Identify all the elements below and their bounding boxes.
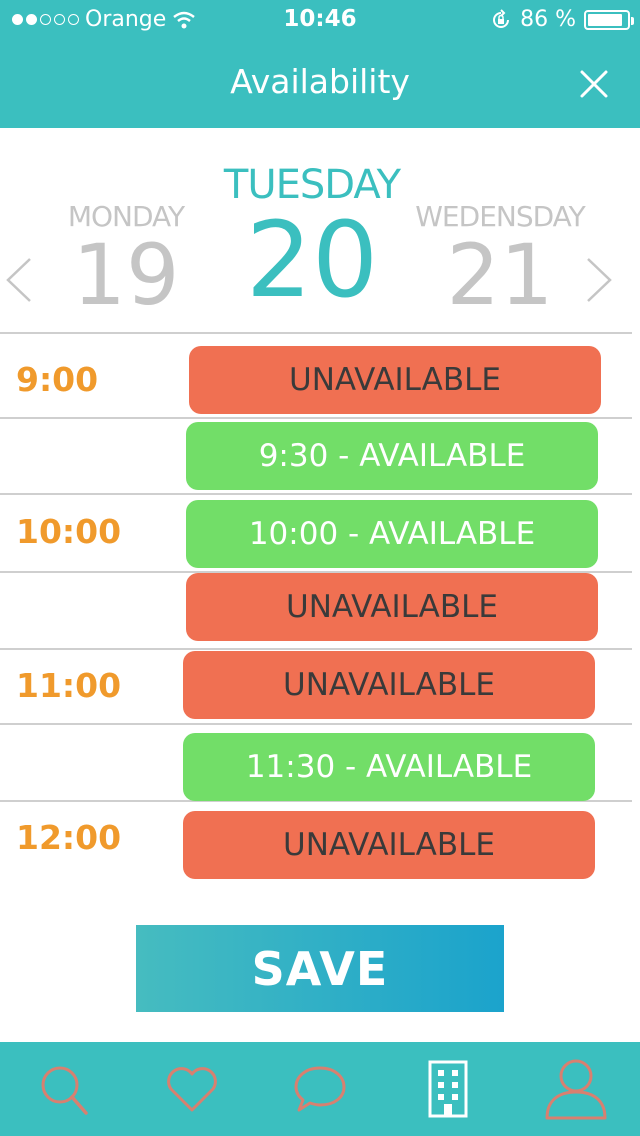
battery-percent: 86 % [520,7,576,32]
time-slot-unavailable[interactable]: UNAVAILABLE [183,811,595,879]
search-icon [41,1066,88,1115]
previous-day-number: 19 [72,226,180,324]
previous-day[interactable]: MONDAY 19 [58,200,194,317]
hour-label: 9:00 [16,360,99,399]
hour-label: 12:00 [16,818,122,857]
time-slot-unavailable[interactable]: UNAVAILABLE [186,573,598,641]
previous-day-arrow-icon[interactable] [4,255,34,305]
divider [0,648,632,650]
current-day-number: 20 [245,199,379,321]
status-bar: Orange 10:46 86 % [0,0,640,40]
hour-label: 11:00 [16,666,122,705]
chat-icon [294,1066,346,1112]
tab-profile[interactable] [512,1042,640,1136]
current-day: TUESDAY 20 [214,162,410,312]
time-slot-unavailable[interactable]: UNAVAILABLE [189,346,601,414]
heart-icon [167,1067,217,1112]
time-slot-available[interactable]: 10:00 - AVAILABLE [186,500,598,568]
battery-icon [584,9,634,30]
profile-icon [545,1059,607,1120]
page-title: Availability [230,62,410,101]
tab-bar [0,1042,640,1136]
divider [0,417,632,419]
building-icon [428,1060,468,1118]
next-day-arrow-icon[interactable] [584,255,614,305]
divider [0,332,632,334]
next-day[interactable]: WEDENSDAY 21 [410,200,590,317]
time-slot-unavailable[interactable]: UNAVAILABLE [183,651,595,719]
hour-label: 10:00 [16,512,122,551]
status-right: 86 % [490,7,634,32]
time-slot-available[interactable]: 11:30 - AVAILABLE [183,733,595,801]
tab-building[interactable] [384,1042,512,1136]
save-button[interactable]: SAVE [136,925,504,1012]
next-day-number: 21 [446,226,554,324]
rotation-lock-icon [493,8,510,28]
divider [0,493,632,495]
tab-favorites[interactable] [128,1042,256,1136]
time-slot-available[interactable]: 9:30 - AVAILABLE [186,422,598,490]
close-icon[interactable] [578,68,610,100]
tab-messages[interactable] [256,1042,384,1136]
nav-bar: Availability [0,40,640,128]
tab-search[interactable] [0,1042,128,1136]
divider [0,723,632,725]
